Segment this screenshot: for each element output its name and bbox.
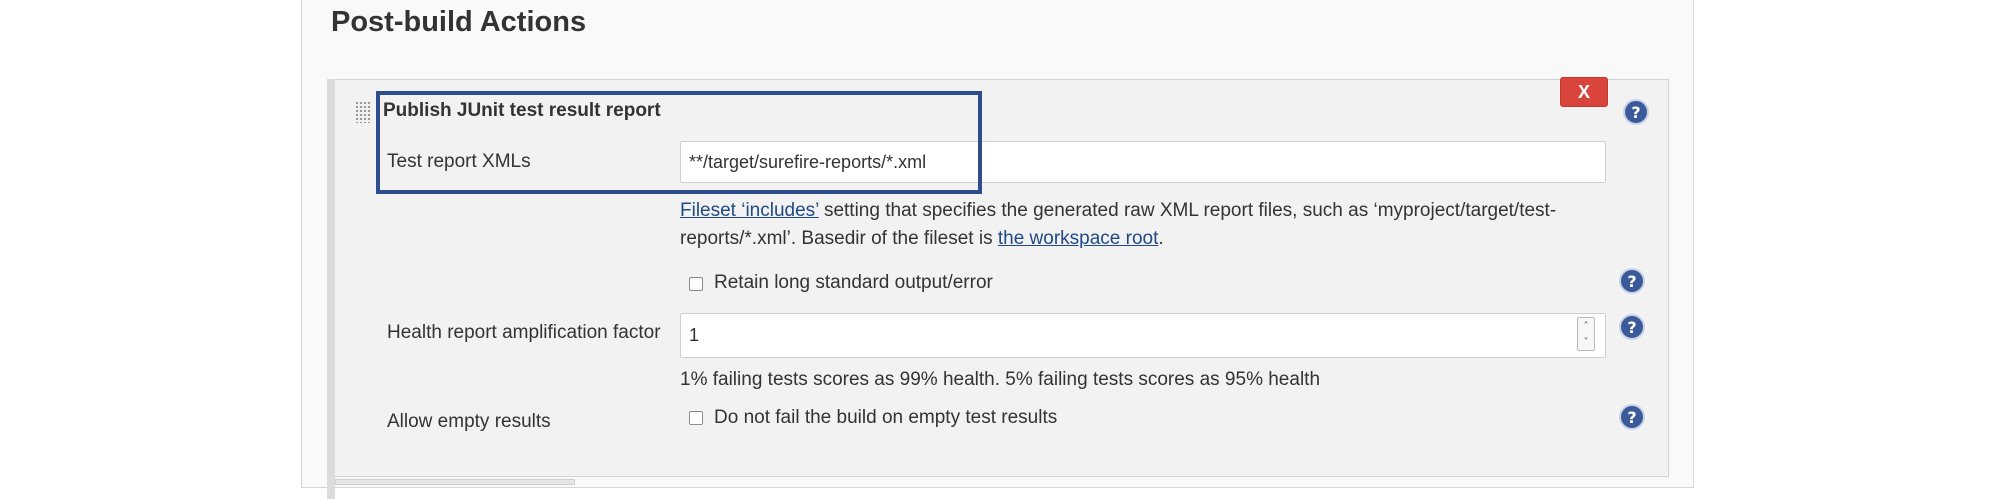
- retain-output-checkbox[interactable]: [689, 277, 703, 291]
- panel-left-bar: [327, 79, 335, 499]
- allow-empty-checkbox-label[interactable]: Do not fail the build on empty test resu…: [714, 407, 1057, 429]
- delete-step-button[interactable]: X: [1560, 77, 1608, 107]
- bottom-tab: [335, 479, 575, 485]
- section-title: Post-build Actions: [331, 6, 587, 38]
- description-text: setting that specifies the generated raw…: [818, 200, 1557, 221]
- health-factor-spinner[interactable]: ˄ ˅: [1577, 317, 1595, 351]
- drag-handle-icon[interactable]: [355, 101, 370, 123]
- health-factor-input[interactable]: 1: [680, 313, 1606, 358]
- help-icon[interactable]: ?: [1619, 268, 1645, 294]
- spinner-down-icon[interactable]: ˅: [1578, 334, 1594, 350]
- spinner-up-icon[interactable]: ˄: [1578, 318, 1594, 334]
- health-factor-label: Health report amplification factor: [387, 322, 661, 343]
- allow-empty-label: Allow empty results: [387, 411, 551, 432]
- retain-output-label[interactable]: Retain long standard output/error: [714, 272, 993, 294]
- help-icon[interactable]: ?: [1623, 99, 1649, 125]
- allow-empty-checkbox[interactable]: [689, 411, 703, 425]
- test-report-description: Fileset ‘includes’ setting that specifie…: [680, 197, 1556, 253]
- description-text: .: [1158, 228, 1164, 249]
- help-icon[interactable]: ?: [1619, 404, 1645, 430]
- highlight-box: [376, 91, 982, 194]
- help-icon[interactable]: ?: [1619, 314, 1645, 340]
- description-text: reports/*.xml’. Basedir of the fileset i…: [680, 228, 998, 249]
- fileset-includes-link[interactable]: Fileset ‘includes’: [680, 200, 819, 221]
- workspace-root-link[interactable]: the workspace root: [998, 228, 1159, 249]
- health-factor-description: 1% failing tests scores as 99% health. 5…: [680, 369, 1321, 390]
